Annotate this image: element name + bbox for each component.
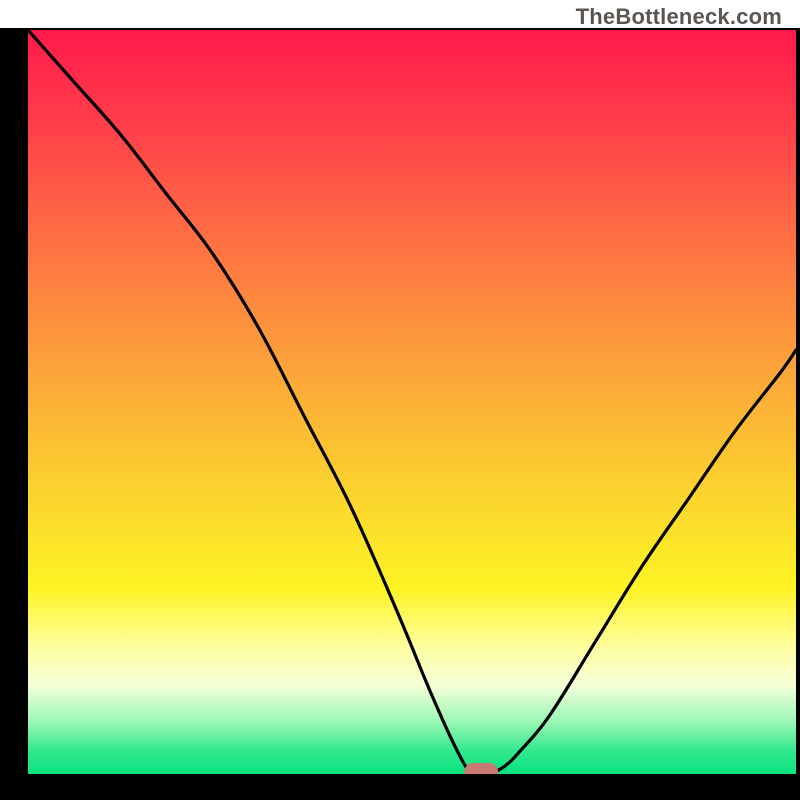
attribution-text: TheBottleneck.com [576, 4, 782, 30]
plot-background [28, 30, 796, 774]
chart-root: TheBottleneck.com [0, 0, 800, 800]
baseline-strip [28, 768, 796, 774]
chart-svg [0, 0, 800, 800]
frame-bottom [0, 774, 800, 800]
frame-right [796, 30, 800, 800]
frame-left [0, 30, 28, 800]
